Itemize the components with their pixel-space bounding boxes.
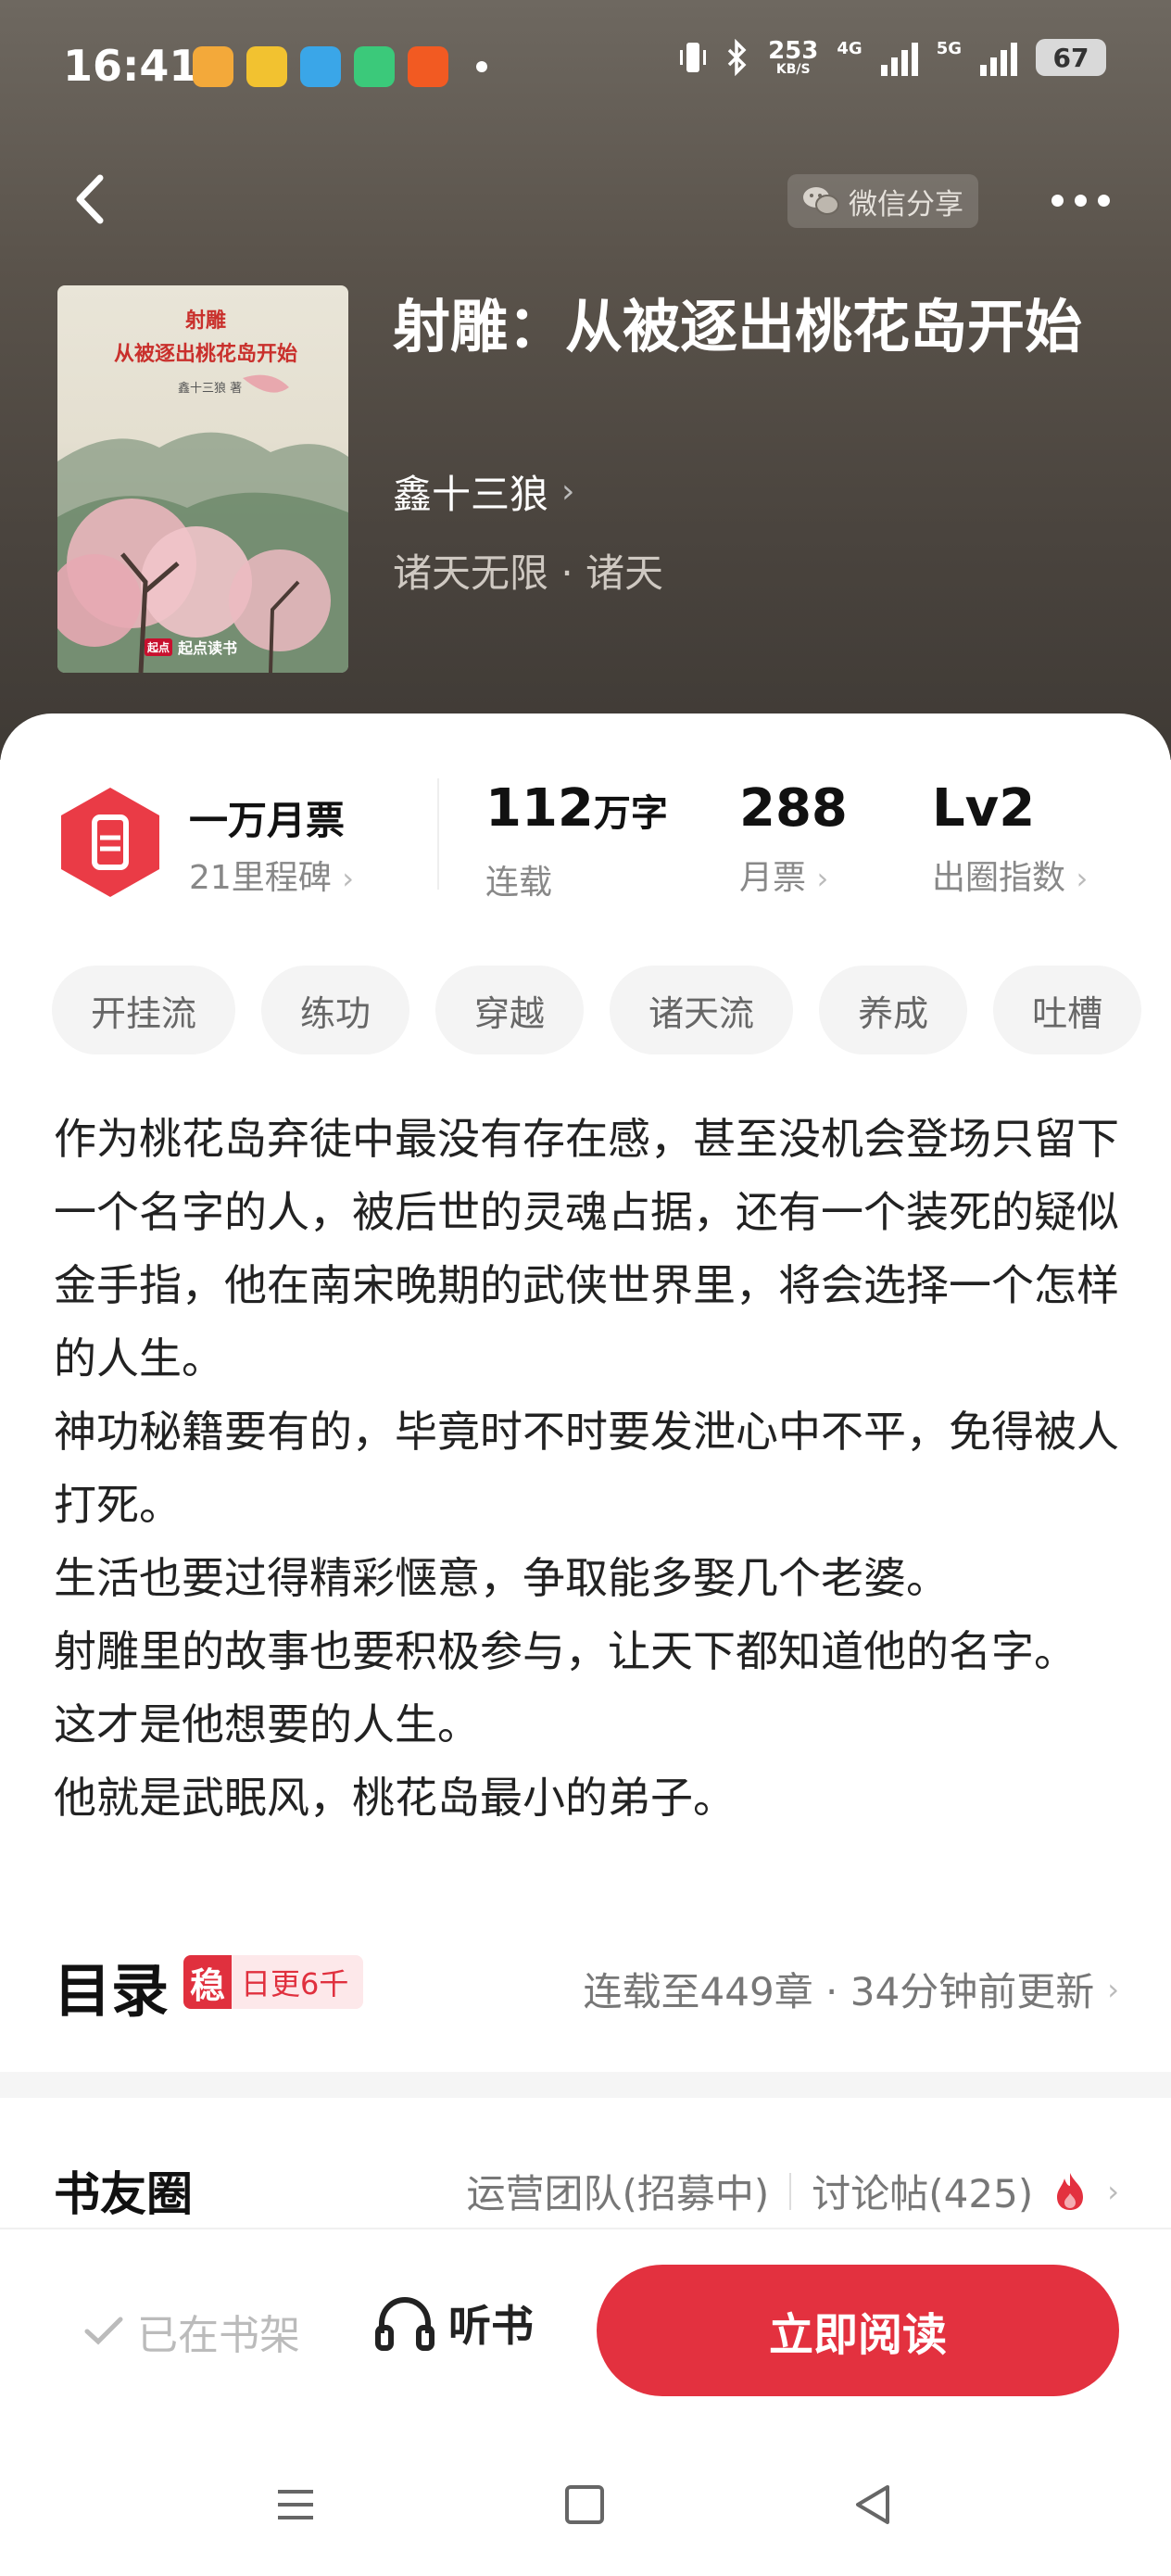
signal-bars-2-icon [980,39,1017,76]
system-navigation-bar [0,2431,1171,2576]
book-circle-row[interactable]: 书友圈 运营团队(招募中) 讨论帖(425) › [54,2157,1119,2222]
network-type-5g: 5G [936,39,962,58]
menu-icon[interactable] [276,2487,315,2522]
check-icon [84,2317,123,2345]
tag-chip[interactable]: 练功 [261,966,410,1054]
word-count-stat: 112万字 连载 [485,778,668,902]
headphones-icon [375,2296,434,2351]
on-shelf-button[interactable]: 已在书架 [83,2302,300,2361]
wechat-icon [803,187,839,215]
status-bar: 16:41 253 KB/S 4G 5G 67 [0,0,1171,139]
listen-button[interactable]: 听书 [374,2292,534,2354]
chevron-right-icon: › [1107,2173,1119,2209]
chevron-right-icon: › [342,861,355,896]
tag-list: 开挂流 练功 穿越 诸天流 养成 吐槽 [52,966,1142,1054]
description-paragraph: 这才是他想要的人生。 [54,1699,480,1749]
monthly-ticket-badge-icon[interactable] [56,784,165,901]
book-circle-title: 书友圈 [54,2167,193,2221]
update-badge: 稳 日更6千 [183,1955,364,2009]
description-paragraph: 射雕里的故事也要积极参与，让天下都知道他的名字。 [54,1626,1077,1676]
tag-chip[interactable]: 吐槽 [993,966,1142,1054]
stable-update-icon: 稳 [183,1955,232,2009]
tag-chip[interactable]: 开挂流 [52,966,236,1054]
monthly-votes-stat[interactable]: 288 月票 › [739,778,848,899]
ticket-milestone-title: 一万月票 [189,798,346,843]
more-options-button[interactable] [1045,182,1115,219]
cover-title: 射雕 从被逐出桃花岛开始 [113,309,297,366]
wallet-app-icon [193,46,233,87]
book-genre: 诸天无限 · 诸天 [393,550,664,596]
toc-status: 连载至449章 · 34分钟前更新 › [583,1969,1119,2014]
level-stat[interactable]: Lv2 出圈指数 › [932,778,1088,899]
notes-app-icon [354,46,395,87]
back-button[interactable] [65,167,120,232]
milestone-link[interactable]: 21里程碑 › [189,851,354,899]
description-paragraph: 神功秘籍要有的，毕竟时不时要发泄心中不平，免得被人打死。 [54,1407,1119,1530]
network-type-4g: 4G [837,39,863,58]
book-description[interactable]: 作为桃花岛弃徒中最没有存在感，甚至没机会登场只留下一个名字的人，被后世的灵魂占据… [54,1103,1119,1835]
shop-app-icon [408,46,448,87]
description-paragraph: 作为桃花岛弃徒中最没有存在感，甚至没机会登场只留下一个名字的人，被后世的灵魂占据… [54,1114,1119,1383]
author-link[interactable]: 鑫十三狼 › [393,463,574,520]
toc-title: 目录 [54,1957,170,2025]
divider [437,778,439,890]
chevron-right-icon: › [816,861,829,896]
notification-icons [193,46,487,87]
status-time: 16:41 [63,41,199,91]
ops-team-link[interactable]: 运营团队(招募中) [466,2163,769,2219]
vibrate-icon [680,43,707,72]
tag-chip[interactable]: 诸天流 [610,966,794,1054]
battery-indicator: 67 [1036,39,1106,76]
description-paragraph: 他就是武眠风，桃花岛最小的弟子。 [54,1773,736,1823]
author-name: 鑫十三狼 [393,472,549,517]
more-notifications-icon [476,61,487,72]
bottom-action-bar: 已在书架 听书 立即阅读 [0,2228,1171,2431]
table-of-contents-row[interactable]: 目录 稳 日更6千 连载至449章 · 34分钟前更新 › [54,1944,1119,2025]
back-triangle-icon[interactable] [852,2483,893,2526]
cover-publisher: 起点 起点读书 [145,636,237,658]
tag-chip[interactable]: 穿越 [435,966,585,1054]
cover-author: 鑫十三狼 著 [178,382,243,396]
discussion-threads-link[interactable]: 讨论帖(425) [812,2163,1033,2219]
fire-icon [1057,2172,1084,2210]
wechat-share-label: 微信分享 [849,187,963,221]
section-divider [0,2072,1171,2098]
bluetooth-icon [727,39,747,76]
book-title: 射雕：从被逐出桃花岛开始 [393,293,1083,360]
chevron-right-icon: › [1107,1971,1119,2007]
chevron-right-icon: › [561,473,575,511]
wechat-share-button[interactable]: 微信分享 [787,174,978,228]
network-speed: 253 KB/S [768,37,819,77]
status-indicators: 253 KB/S 4G 5G 67 [679,39,1106,76]
telegram-app-icon [300,46,341,87]
tag-chip[interactable]: 养成 [819,966,968,1054]
book-circle-info: 运营团队(招募中) 讨论帖(425) › [466,2163,1119,2219]
book-cover[interactable]: 射雕 从被逐出桃花岛开始 鑫十三狼 著 起点 起点读书 [57,285,348,673]
home-icon[interactable] [565,2485,604,2524]
chevron-right-icon: › [1076,861,1089,896]
signal-bars-1-icon [880,39,918,76]
divider [789,2172,792,2210]
realme-app-icon [246,46,287,87]
read-now-button[interactable]: 立即阅读 [597,2265,1119,2396]
qidian-logo: 起点 [145,638,173,656]
description-paragraph: 生活也要过得精彩惬意，争取能多娶几个老婆。 [54,1553,949,1603]
